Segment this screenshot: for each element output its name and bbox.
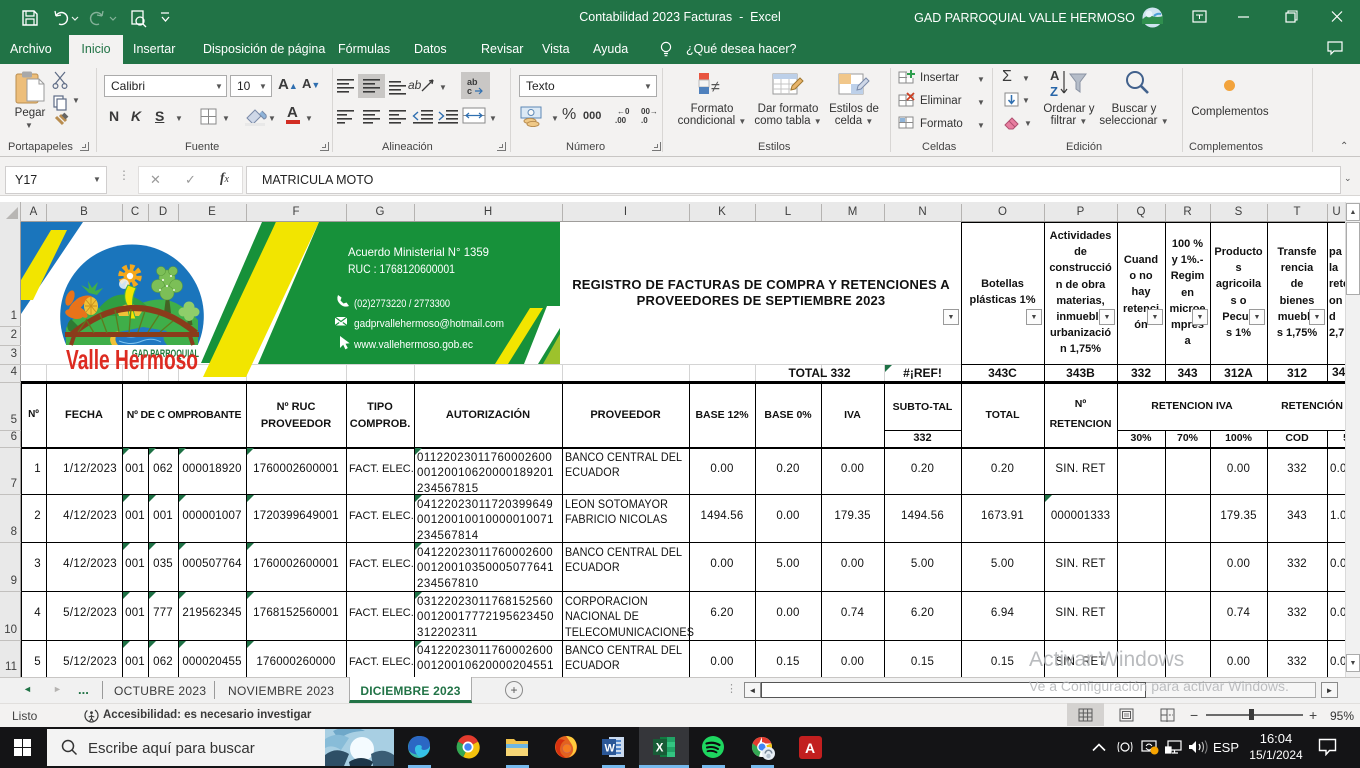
svg-text:ab: ab: [408, 78, 422, 92]
svg-text:Acuerdo Ministerial N° 1359: Acuerdo Ministerial N° 1359: [348, 245, 489, 259]
svg-text:www.vallehermoso.gob.ec: www.vallehermoso.gob.ec: [353, 339, 473, 351]
svg-text:.00: .00: [615, 116, 627, 125]
svg-text:00→: 00→: [641, 107, 658, 116]
svg-text:Z: Z: [1050, 84, 1058, 99]
svg-text:.0: .0: [641, 116, 648, 125]
svg-text:W: W: [605, 743, 616, 755]
svg-text:gadprvallehermoso@hotmail.com: gadprvallehermoso@hotmail.com: [354, 318, 504, 330]
svg-text:RUC : 1768120600001: RUC : 1768120600001: [348, 262, 455, 276]
svg-text:←0: ←0: [617, 107, 630, 116]
svg-text:(02)2773220 / 2773300: (02)2773220 / 2773300: [354, 298, 450, 310]
svg-text:▼: ▼: [439, 83, 447, 92]
svg-text:X: X: [656, 743, 664, 755]
svg-text:≠: ≠: [711, 79, 720, 96]
svg-text:c: c: [467, 86, 472, 96]
svg-text:Valle Hermoso: Valle Hermoso: [66, 344, 198, 375]
svg-text:A: A: [1050, 68, 1060, 83]
svg-text:A: A: [805, 740, 815, 756]
